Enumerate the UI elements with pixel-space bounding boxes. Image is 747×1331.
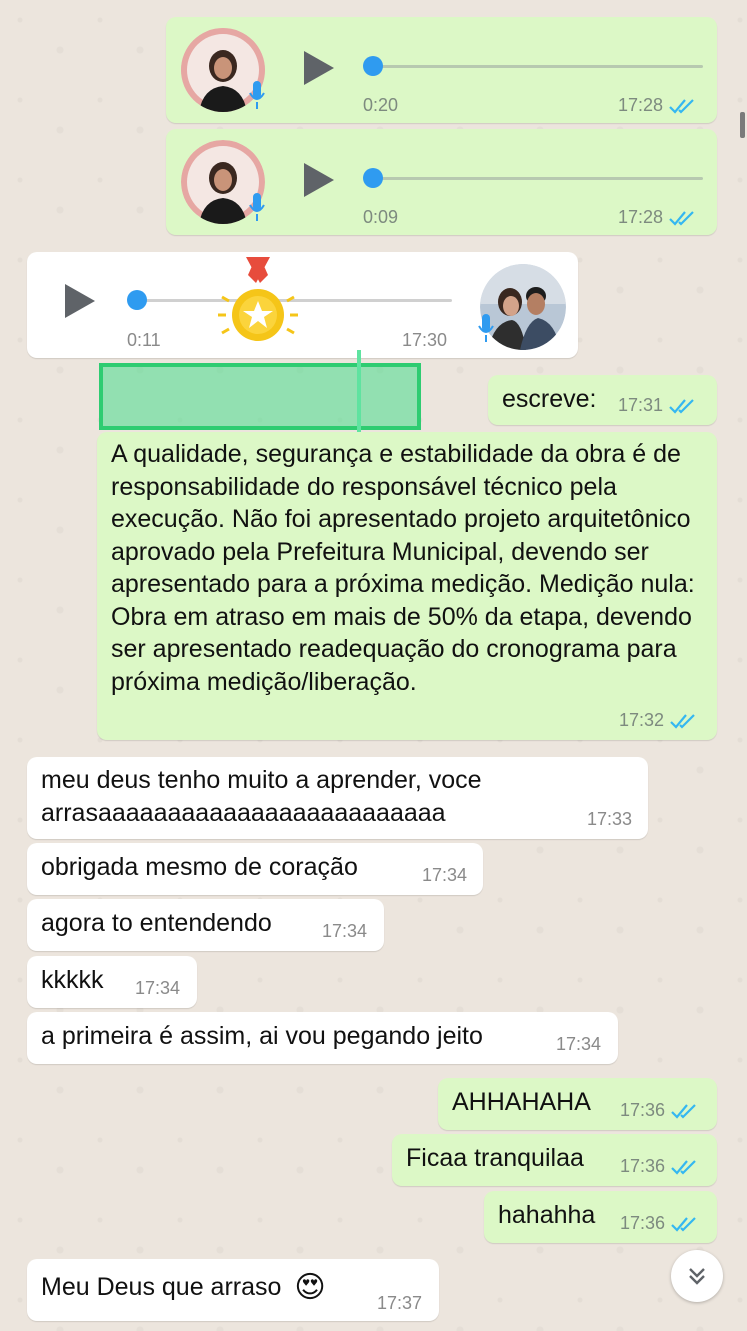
voice-note-outgoing[interactable]: 0:09 17:28: [166, 129, 717, 235]
microphone-icon: [478, 314, 494, 342]
message-outgoing[interactable]: Ficaa tranquilaa 17:36: [392, 1134, 717, 1186]
message-text: obrigada mesmo de coração: [41, 853, 358, 881]
audio-progress-track[interactable]: [373, 177, 703, 180]
play-icon[interactable]: [302, 49, 336, 87]
play-icon[interactable]: [302, 161, 336, 199]
message-incoming[interactable]: obrigada mesmo de coração 17:34: [27, 843, 483, 895]
message-time: 17:36: [620, 1213, 699, 1234]
read-ticks-icon: [671, 1217, 696, 1232]
message-incoming[interactable]: kkkkk 17:34: [27, 956, 197, 1008]
message-outgoing[interactable]: A qualidade, segurança e estabilidade da…: [97, 432, 717, 740]
message-incoming[interactable]: meu deus tenho muito a aprender, voce ar…: [27, 757, 648, 839]
read-ticks-icon: [671, 1104, 696, 1119]
highlight-box-divider: [357, 350, 361, 438]
message-text: Meu Deus que arraso 😍: [41, 1271, 326, 1305]
message-text: hahahha: [498, 1201, 596, 1229]
message-time: 17:36: [620, 1100, 699, 1121]
read-ticks-icon: [669, 99, 694, 114]
message-incoming[interactable]: agora to entendendo 17:34: [27, 899, 384, 951]
scrollbar[interactable]: [740, 112, 745, 138]
audio-duration: 0:11: [127, 330, 161, 350]
message-text: agora to entendendo: [41, 909, 272, 937]
audio-progress-handle[interactable]: [127, 290, 147, 310]
message-incoming[interactable]: Meu Deus que arraso 😍 17:37: [27, 1259, 439, 1321]
microphone-icon: [249, 193, 265, 221]
audio-progress-track[interactable]: [373, 65, 703, 68]
message-outgoing[interactable]: escreve: 17:31: [488, 375, 717, 425]
message-text: a primeira é assim, ai vou pegando jeito: [41, 1022, 483, 1050]
message-text: AHHAHAHA: [452, 1088, 591, 1116]
message-time: 17:34: [556, 1034, 602, 1054]
read-ticks-icon: [669, 399, 694, 414]
audio-duration: 0:09: [363, 207, 399, 227]
message-text: meu deus tenho muito a aprender, voce ar…: [41, 766, 482, 827]
microphone-icon: [249, 81, 265, 109]
audio-duration: 0:20: [363, 95, 399, 115]
read-ticks-icon: [669, 211, 694, 226]
message-text: kkkkk: [41, 966, 104, 994]
audio-progress-handle[interactable]: [363, 168, 383, 188]
message-outgoing[interactable]: AHHAHAHA 17:36: [438, 1078, 717, 1130]
message-time: 17:30: [402, 330, 448, 350]
message-time: 17:34: [322, 921, 368, 941]
play-icon[interactable]: [63, 282, 97, 320]
message-time: 17:28: [618, 95, 697, 116]
message-time: 17:34: [422, 865, 468, 885]
message-time: 17:31: [618, 395, 697, 416]
heart-eyes-emoji-icon: 😍: [294, 1271, 326, 1305]
double-chevron-down-icon: [689, 1268, 705, 1285]
message-time: 17:37: [377, 1293, 423, 1313]
message-text: Ficaa tranquilaa: [406, 1144, 584, 1172]
medal-icon: [218, 257, 298, 341]
message-time: 17:32: [619, 710, 698, 731]
message-time: 17:28: [618, 207, 697, 228]
message-time: 17:34: [135, 978, 181, 998]
highlight-box: [99, 363, 421, 430]
voice-note-outgoing[interactable]: 0:20 17:28: [166, 17, 717, 123]
message-incoming[interactable]: a primeira é assim, ai vou pegando jeito…: [27, 1012, 618, 1064]
read-ticks-icon: [670, 714, 695, 729]
message-text: escreve:: [502, 385, 597, 413]
message-time: 17:33: [587, 809, 633, 829]
message-outgoing[interactable]: hahahha 17:36: [484, 1191, 717, 1243]
message-time: 17:36: [620, 1156, 699, 1177]
message-text: A qualidade, segurança e estabilidade da…: [111, 440, 695, 696]
audio-progress-handle[interactable]: [363, 56, 383, 76]
read-ticks-icon: [671, 1160, 696, 1175]
scroll-to-bottom-button[interactable]: [671, 1250, 723, 1302]
